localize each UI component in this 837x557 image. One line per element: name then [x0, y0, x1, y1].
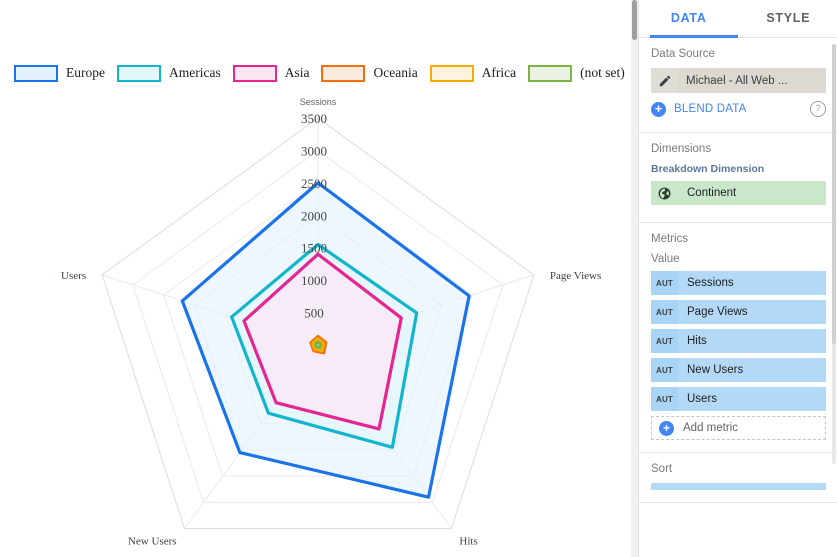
aut-badge-icon: AUT	[651, 387, 678, 411]
radar-axis-label-new-users: New Users	[128, 536, 177, 548]
metrics-value-label: Value	[651, 253, 680, 265]
metric-chip-new-users[interactable]: AUT New Users	[651, 358, 826, 382]
legend-item-americas[interactable]: Americas	[116, 64, 221, 82]
globe-icon	[651, 181, 678, 205]
legend-swatch	[321, 64, 366, 82]
radar-axis-label-sessions: Sessions	[300, 97, 337, 107]
legend-item-oceania[interactable]: Oceania	[321, 64, 418, 82]
metrics-section: Metrics Value AUT Sessions AUT Page View…	[639, 223, 837, 453]
properties-panel: DATA STYLE Data Source Michael - All Web…	[638, 0, 837, 557]
legend-swatch	[116, 64, 161, 82]
metrics-title: Metrics	[651, 233, 689, 245]
legend-label: Americas	[168, 65, 221, 80]
sort-section: Sort	[639, 453, 837, 503]
radar-axis-label-page-views: Page Views	[550, 270, 601, 282]
data-source-name[interactable]: Michael - All Web ...	[678, 68, 826, 93]
blend-data-label[interactable]: BLEND DATA	[674, 103, 810, 115]
aut-badge-icon: AUT	[651, 329, 678, 353]
plus-circle-icon: +	[659, 420, 674, 436]
panel-tabs: DATA STYLE	[639, 0, 837, 38]
dimension-chip-continent[interactable]: Continent	[651, 181, 826, 205]
dimensions-section: Dimensions Breakdown Dimension Continent	[639, 133, 837, 223]
panel-scrollbar-thumb[interactable]	[832, 44, 836, 344]
chart-pane: Europe Americas Asia Oceania Africa (not set)…	[0, 0, 631, 557]
legend-label: Africa	[481, 65, 517, 80]
metric-chip-page-views[interactable]: AUT Page Views	[651, 300, 826, 324]
data-source-section: Data Source Michael - All Web ... + BLEN…	[639, 38, 837, 133]
blend-data-row[interactable]: + BLEND DATA ?	[651, 98, 826, 120]
legend-item-not-set[interactable]: (not set)	[528, 64, 625, 82]
radar-series-layer	[180, 181, 471, 499]
legend-swatch	[429, 64, 474, 82]
tab-data[interactable]: DATA	[639, 0, 739, 37]
plus-circle-icon[interactable]: +	[651, 101, 666, 117]
data-source-row[interactable]: Michael - All Web ...	[651, 68, 826, 93]
dimension-chip-label[interactable]: Continent	[678, 181, 826, 205]
app-root: Europe Americas Asia Oceania Africa (not set)…	[0, 0, 837, 557]
sort-chip[interactable]	[651, 483, 826, 490]
radar-chart: 500 1000 1500 2000 2500 3000 3500 Sessions Page…	[0, 86, 631, 557]
metric-chip-hits[interactable]: AUT Hits	[651, 329, 826, 353]
radar-tick-label: 2500	[301, 176, 327, 191]
radar-axis-label-users: Users	[61, 270, 86, 282]
tab-style[interactable]: STYLE	[739, 0, 837, 37]
data-source-title: Data Source	[651, 48, 715, 60]
sort-title: Sort	[651, 463, 673, 475]
radar-tick-label: 3000	[301, 143, 327, 158]
legend-label: (not set)	[580, 65, 625, 80]
metric-chip-label[interactable]: Sessions	[678, 271, 826, 295]
metric-chip-label[interactable]: Hits	[678, 329, 826, 353]
legend-label: Oceania	[373, 65, 418, 80]
help-icon[interactable]: ?	[810, 101, 826, 117]
radar-tick-label: 1500	[301, 241, 327, 256]
metric-chip-label[interactable]: Users	[678, 387, 826, 411]
metric-chip-label[interactable]: New Users	[678, 358, 826, 382]
legend-label: Asia	[284, 65, 310, 80]
legend-swatch	[14, 64, 58, 82]
legend-swatch	[528, 64, 573, 82]
breakdown-dimension-label: Breakdown Dimension	[651, 163, 765, 175]
radar-chart-svg: 500 1000 1500 2000 2500 3000 3500 Sessions Page…	[61, 97, 601, 548]
add-metric-button[interactable]: + Add metric	[651, 416, 826, 440]
chart-scrollbar-track[interactable]	[631, 0, 638, 557]
pencil-icon[interactable]	[651, 68, 678, 93]
aut-badge-icon: AUT	[651, 271, 678, 295]
radar-axis-label-hits: Hits	[459, 536, 477, 548]
legend-swatch	[232, 64, 277, 82]
aut-badge-icon: AUT	[651, 300, 678, 324]
chart-scrollbar-thumb[interactable]	[632, 0, 637, 40]
radar-tick-label: 500	[304, 306, 324, 321]
dimensions-title: Dimensions	[651, 143, 712, 155]
radar-tick-label: 2000	[301, 208, 327, 223]
metric-chip-sessions[interactable]: AUT Sessions	[651, 271, 826, 295]
legend-item-africa[interactable]: Africa	[429, 64, 517, 82]
radar-tick-label: 3500	[301, 111, 327, 126]
legend-label: Europe	[66, 65, 105, 80]
chart-legend: Europe Americas Asia Oceania Africa (not set)	[14, 60, 625, 86]
metric-chip-users[interactable]: AUT Users	[651, 387, 826, 411]
aut-badge-icon: AUT	[651, 358, 678, 382]
add-metric-label: Add metric	[683, 422, 738, 434]
legend-item-asia[interactable]: Asia	[232, 64, 310, 82]
panel-scroll-area: Data Source Michael - All Web ... + BLEN…	[639, 38, 837, 557]
radar-tick-label: 1000	[301, 273, 327, 288]
legend-item-europe[interactable]: Europe	[14, 64, 105, 82]
metric-chip-label[interactable]: Page Views	[678, 300, 826, 324]
